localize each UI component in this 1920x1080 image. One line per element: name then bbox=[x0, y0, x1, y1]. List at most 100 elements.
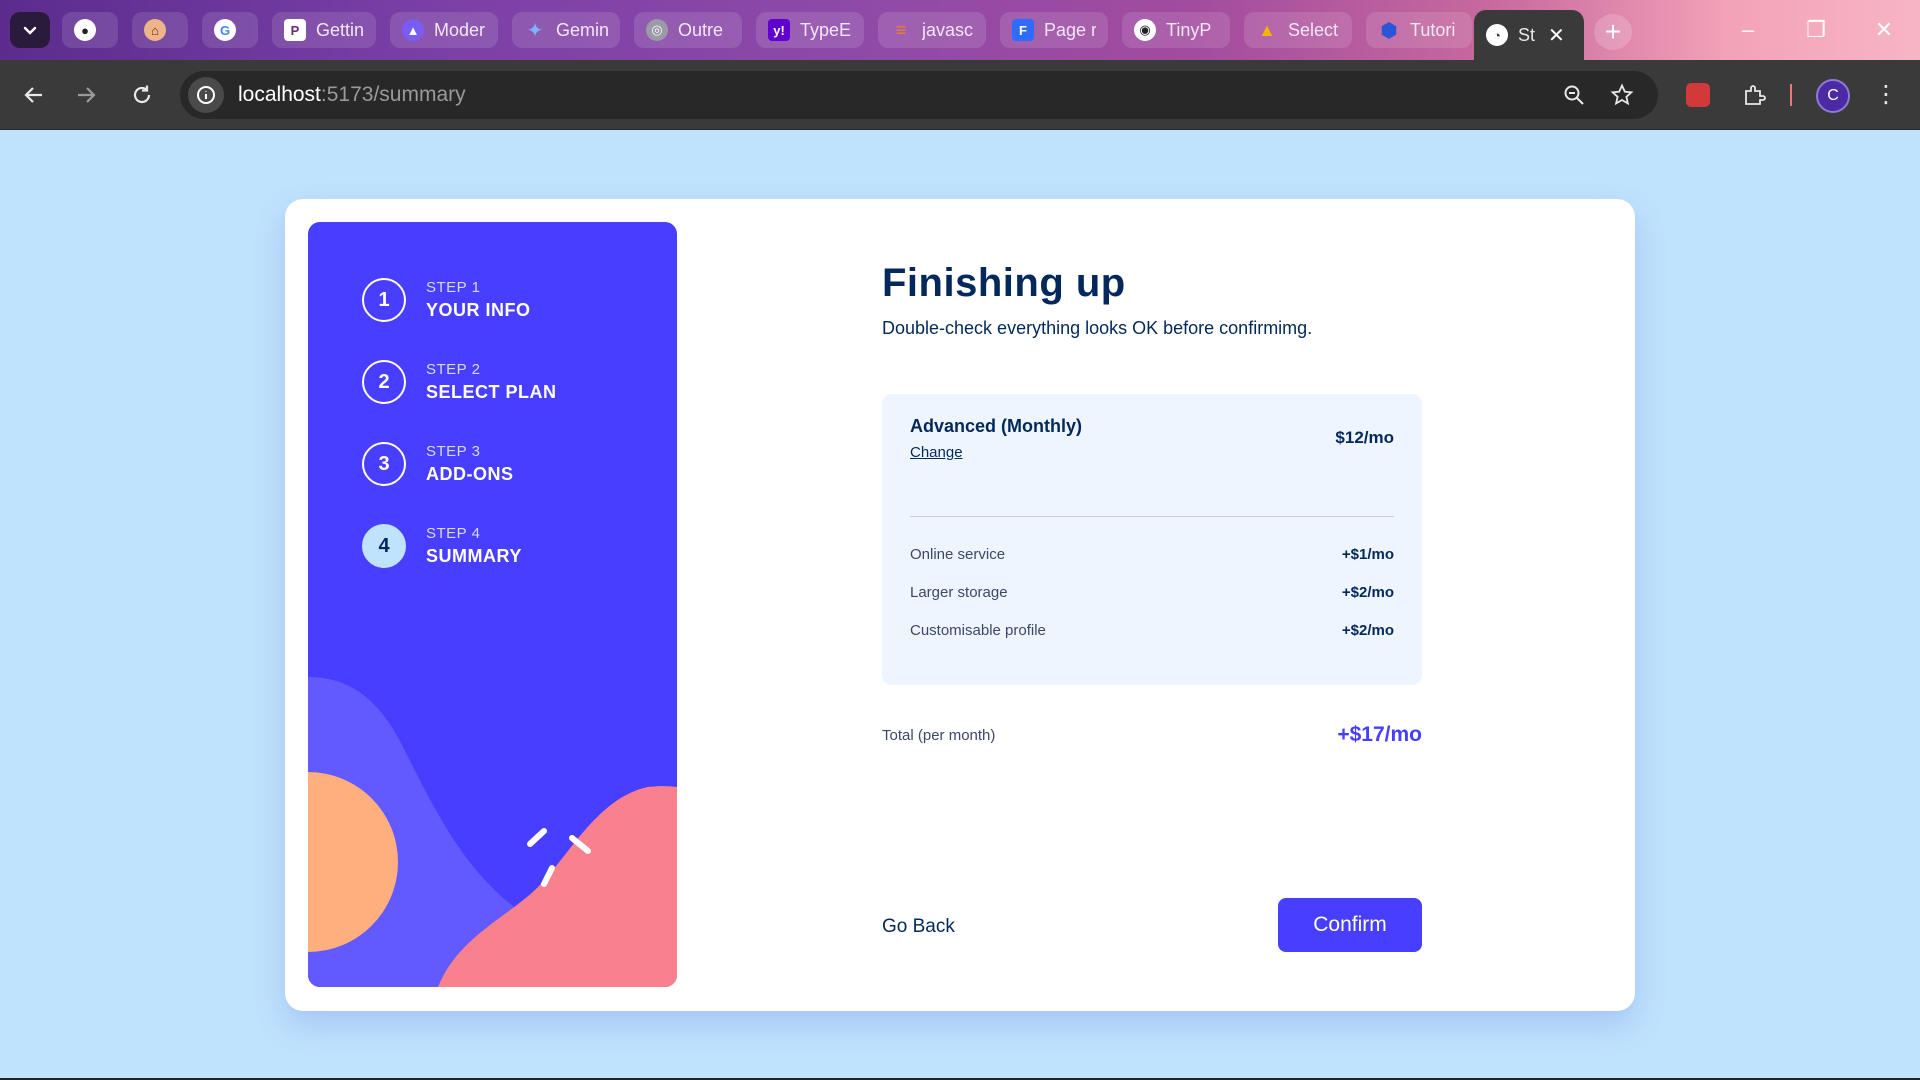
drive-icon: ▲ bbox=[1258, 19, 1276, 40]
url-text: localhost:5173/summary bbox=[238, 83, 466, 106]
back-button[interactable] bbox=[16, 77, 52, 113]
form-card: 1 STEP 1 YOUR INFO 2 STEP 2 SELECT PLAN … bbox=[285, 199, 1635, 1011]
summary-divider bbox=[910, 516, 1394, 517]
total-row: Total (per month) +$17/mo bbox=[882, 723, 1422, 747]
step-1[interactable]: 1 STEP 1 YOUR INFO bbox=[362, 278, 531, 322]
yahoo-icon: y! bbox=[768, 19, 790, 41]
arrow-left-icon bbox=[24, 87, 42, 103]
step-number-active: 4 bbox=[362, 524, 406, 568]
tab-moder[interactable]: ▲ Moder bbox=[390, 12, 498, 48]
tab-typee[interactable]: y! TypeE bbox=[756, 12, 864, 48]
tab-tinyp[interactable]: ◉ TinyP bbox=[1122, 12, 1230, 48]
close-window-button[interactable]: ✕ bbox=[1854, 10, 1914, 50]
tab-search-button[interactable] bbox=[10, 12, 50, 48]
step-label: STEP 4 bbox=[426, 525, 481, 542]
tab-javasc[interactable]: ≡ javasc bbox=[878, 12, 986, 48]
tab-tutori[interactable]: ⬢ Tutori bbox=[1366, 12, 1472, 48]
forward-button[interactable] bbox=[68, 77, 104, 113]
step-number: 1 bbox=[362, 278, 406, 322]
f-icon: F bbox=[1012, 19, 1034, 41]
tab-google[interactable]: G bbox=[202, 12, 258, 48]
addon-name: Online service bbox=[910, 546, 1006, 563]
rocket-icon: ▲ bbox=[402, 19, 424, 41]
bookmark-button[interactable] bbox=[1604, 77, 1640, 113]
site-icon: ◔ bbox=[1486, 24, 1508, 46]
extension-paw-icon bbox=[1686, 83, 1710, 107]
kebab-menu-icon: ⋮ bbox=[1874, 81, 1898, 108]
tab-gemin[interactable]: ✦ Gemin bbox=[512, 12, 620, 48]
github-icon: ● bbox=[74, 19, 96, 41]
minimize-icon: – bbox=[1741, 17, 1755, 42]
extensions-menu-button[interactable] bbox=[1736, 77, 1772, 113]
go-back-button[interactable]: Go Back bbox=[882, 916, 955, 938]
site-info-icon[interactable] bbox=[188, 77, 224, 113]
step-title: SELECT PLAN bbox=[426, 382, 557, 402]
google-icon: G bbox=[214, 19, 236, 41]
restore-icon: ❐ bbox=[1806, 17, 1826, 42]
addon-row: Larger storage +$2/mo bbox=[910, 584, 1394, 601]
zoom-button[interactable] bbox=[1556, 77, 1592, 113]
panda-icon: ◉ bbox=[1134, 19, 1156, 41]
browser-tab-strip: ● ⌂ G P Gettin ▲ Moder ✦ Gemin ◎ Outre y… bbox=[0, 0, 1920, 60]
tab-outre[interactable]: ◎ Outre bbox=[634, 12, 742, 48]
plan-price: $12/mo bbox=[1335, 428, 1394, 447]
new-tab-button[interactable]: + bbox=[1594, 14, 1632, 50]
close-icon: ✕ bbox=[1874, 17, 1894, 42]
page-subtitle: Double-check everything looks OK before … bbox=[882, 318, 1313, 338]
step-title: ADD-ONS bbox=[426, 464, 514, 484]
step-title: YOUR INFO bbox=[426, 300, 531, 320]
steps-sidebar: 1 STEP 1 YOUR INFO 2 STEP 2 SELECT PLAN … bbox=[308, 222, 677, 987]
tab-cat[interactable]: ⌂ bbox=[132, 12, 188, 48]
tab-page[interactable]: F Page r bbox=[1000, 12, 1108, 48]
addon-price: +$2/mo bbox=[1341, 584, 1394, 601]
extension-button[interactable] bbox=[1680, 77, 1716, 113]
step-label: STEP 3 bbox=[426, 443, 481, 460]
tab-github[interactable]: ● bbox=[62, 12, 118, 48]
addon-row: Customisable profile +$2/mo bbox=[910, 622, 1394, 639]
minimize-button[interactable]: – bbox=[1718, 10, 1778, 50]
step-number: 2 bbox=[362, 360, 406, 404]
step-3[interactable]: 3 STEP 3 ADD-ONS bbox=[362, 442, 514, 486]
restore-button[interactable]: ❐ bbox=[1786, 10, 1846, 50]
p-icon: P bbox=[284, 19, 306, 41]
step-title: SUMMARY bbox=[426, 546, 522, 566]
profile-avatar[interactable]: C bbox=[1816, 79, 1850, 113]
browser-toolbar: localhost:5173/summary C ⋮ bbox=[0, 60, 1920, 130]
step-2[interactable]: 2 STEP 2 SELECT PLAN bbox=[362, 360, 557, 404]
page-title: Finishing up bbox=[882, 261, 1126, 305]
addon-name: Larger storage bbox=[910, 584, 1008, 601]
tab-active-summary[interactable]: ◔ St ✕ bbox=[1474, 10, 1584, 60]
confirm-button[interactable]: Confirm bbox=[1278, 898, 1422, 952]
address-bar[interactable]: localhost:5173/summary bbox=[180, 71, 1658, 119]
chevron-down-icon bbox=[23, 26, 37, 35]
addon-name: Customisable profile bbox=[910, 622, 1046, 639]
summary-box: Advanced (Monthly) Change $12/mo Online … bbox=[882, 394, 1422, 685]
total-label: Total (per month) bbox=[882, 726, 996, 744]
step-label: STEP 2 bbox=[426, 361, 481, 378]
reload-icon bbox=[133, 85, 151, 104]
tab-select[interactable]: ▲ Select bbox=[1244, 12, 1352, 48]
plan-name: Advanced (Monthly) bbox=[910, 416, 1083, 436]
change-plan-link[interactable]: Change bbox=[910, 444, 963, 461]
hexagon-icon: ⬢ bbox=[1380, 19, 1398, 42]
sidebar-decoration bbox=[308, 677, 677, 987]
stackoverflow-icon: ≡ bbox=[895, 19, 907, 40]
globe-icon: ◎ bbox=[646, 19, 668, 41]
arrow-right-icon bbox=[78, 87, 96, 103]
browser-menu-button[interactable]: ⋮ bbox=[1868, 77, 1904, 113]
close-tab-icon[interactable]: ✕ bbox=[1548, 23, 1565, 48]
tab-gettin[interactable]: P Gettin bbox=[272, 12, 376, 48]
step-number: 3 bbox=[362, 442, 406, 486]
addon-row: Online service +$1/mo bbox=[910, 546, 1394, 563]
main-header: Finishing up Double-check everything loo… bbox=[882, 261, 1422, 339]
plus-icon: + bbox=[1604, 16, 1622, 47]
step-4[interactable]: 4 STEP 4 SUMMARY bbox=[362, 524, 522, 568]
puzzle-icon bbox=[1745, 85, 1766, 105]
addon-price: +$2/mo bbox=[1341, 622, 1394, 639]
reload-button[interactable] bbox=[124, 77, 160, 113]
star-icon bbox=[1610, 83, 1634, 106]
zoom-icon bbox=[1564, 85, 1584, 105]
addon-price: +$1/mo bbox=[1341, 546, 1394, 563]
total-price: +$17/mo bbox=[1337, 723, 1422, 746]
toolbar-divider bbox=[1790, 84, 1792, 106]
